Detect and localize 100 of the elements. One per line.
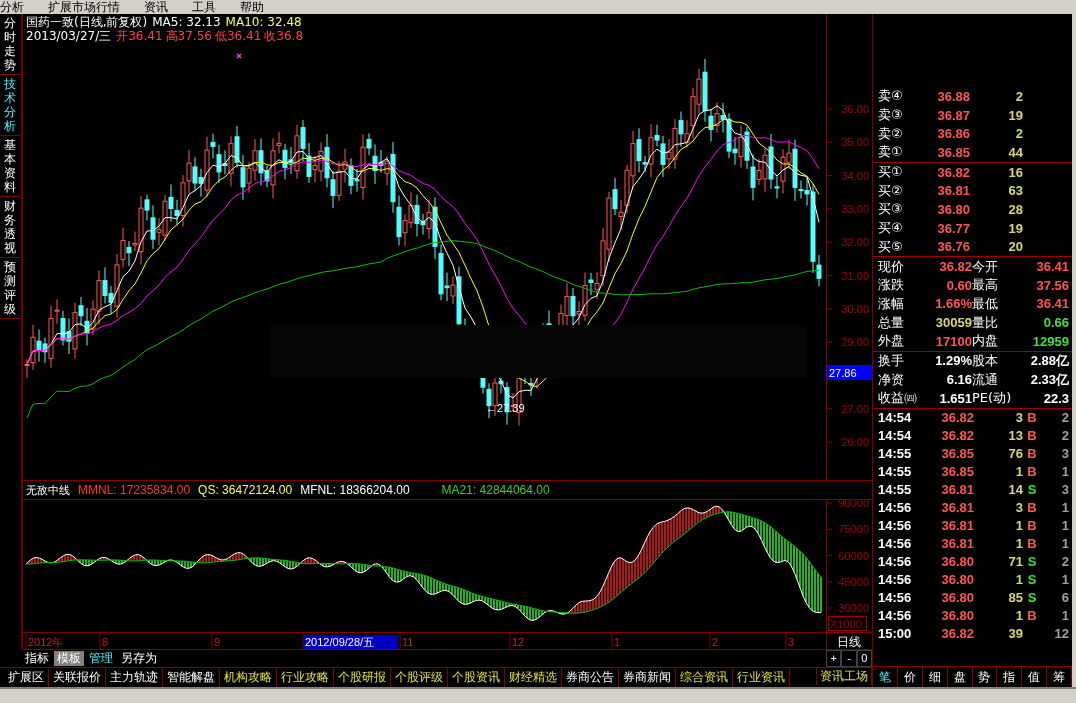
indicator-name: 无敌中线: [26, 482, 70, 498]
trade-volume: 14: [1007, 482, 1023, 498]
side-tab[interactable]: 预测评级: [0, 258, 20, 319]
order-volume: 44: [1007, 144, 1023, 160]
trade-price: 36.85: [940, 446, 974, 462]
order-price: 36.82: [936, 164, 970, 180]
formula-tab[interactable]: 另存为: [118, 651, 160, 666]
menu-item[interactable]: 资讯: [144, 1, 168, 14]
stat-value: 0.66: [1042, 315, 1069, 331]
trade-time: 14:56: [878, 518, 913, 534]
stat-label: 净资: [878, 370, 905, 389]
order-price: 36.76: [936, 239, 970, 255]
trade-side: B: [1026, 410, 1038, 426]
zoom-button[interactable]: +: [826, 650, 842, 667]
order-price: 36.86: [936, 126, 970, 142]
formula-tab[interactable]: 模板: [54, 651, 84, 666]
order-price: 36.87: [936, 107, 970, 123]
order-volume: 20: [1007, 239, 1023, 255]
formula-tab[interactable]: 指标: [22, 651, 52, 666]
stat-label: 量比: [972, 313, 999, 332]
trade-count: 2: [1060, 554, 1069, 570]
stat-value: 30059: [934, 315, 972, 331]
side-tab[interactable]: 基本资料: [0, 136, 20, 197]
stat-value: 36.41: [1035, 259, 1069, 275]
trade-count: 3: [1060, 446, 1069, 462]
trade-time: 14:56: [878, 590, 913, 606]
menu-item[interactable]: 工具: [192, 1, 216, 14]
trade-volume: 1: [1014, 608, 1023, 624]
stat-value: 0.60: [945, 277, 972, 293]
menu-item[interactable]: 扩展市场行情: [48, 1, 120, 14]
zoom-button[interactable]: -: [841, 650, 857, 667]
order-label: 买⑤: [878, 237, 904, 256]
trade-count: 1: [1060, 608, 1069, 624]
trade-count: 12: [1053, 626, 1069, 642]
trade-volume: 13: [1007, 428, 1023, 444]
date-label: 9: [214, 636, 221, 648]
trade-price: 36.80: [940, 554, 974, 570]
trade-volume: 1: [1014, 464, 1023, 480]
date-label: 2: [712, 636, 719, 648]
menu-item[interactable]: 帮助: [240, 1, 264, 14]
menu-item[interactable]: 分析: [0, 1, 24, 14]
order-volume: 2: [1014, 88, 1023, 104]
date-label: 2012年: [28, 636, 64, 648]
trade-price: 36.82: [940, 410, 974, 426]
trade-volume: 1: [1014, 536, 1023, 552]
quote-value: 开36.41: [116, 29, 163, 43]
trade-volume: 1: [1014, 518, 1023, 534]
axis-tick-label: 29.00: [841, 336, 869, 349]
chart-title: 国药一致(日线,前复权): [26, 15, 148, 29]
trade-volume: 76: [1007, 446, 1023, 462]
stat-label: 流通: [972, 370, 999, 389]
quote-value: 收36.8: [264, 29, 303, 43]
trade-time: 14:55: [878, 446, 913, 462]
trade-side: B: [1026, 500, 1038, 516]
trade-price: 36.85: [940, 464, 974, 480]
stat-value: 2.88亿: [1029, 351, 1069, 370]
axis-tick-label: 35.00: [841, 136, 869, 149]
date-label: 2012/09/28/五: [304, 635, 398, 649]
side-tab[interactable]: 技术分析: [0, 75, 20, 136]
side-tab[interactable]: 分时走势: [0, 14, 20, 75]
trade-side: S: [1026, 572, 1038, 588]
trade-time: 14:54: [878, 428, 913, 444]
order-volume: 63: [1007, 183, 1023, 199]
stat-label: 收益㈣: [878, 389, 918, 408]
axis-tick-label: 30000: [838, 602, 869, 614]
trade-price: 36.81: [940, 482, 974, 498]
formula-tab[interactable]: 管理: [86, 651, 116, 666]
trade-time: 14:56: [878, 500, 913, 516]
trade-side: B: [1026, 536, 1038, 552]
axis-tick-label: 26.00: [841, 436, 869, 448]
date-label: 8: [102, 636, 109, 648]
quote-value: 高37.56: [165, 29, 212, 43]
stat-label: 换手: [878, 351, 905, 370]
stat-label: 总量: [878, 313, 905, 332]
trade-price: 36.81: [940, 536, 974, 552]
axis-tick-label: 30.00: [841, 302, 869, 315]
quote-value: 低36.41: [214, 29, 262, 43]
trade-side: B: [1026, 428, 1038, 444]
current-price-label: 27.86: [827, 365, 872, 380]
trade-side: S: [1026, 590, 1038, 606]
info-button[interactable]: 资讯工场: [816, 668, 872, 685]
order-price: 36.80: [936, 201, 970, 217]
axis-tick-label: 32.00: [841, 236, 869, 249]
indicator-value: QS: 36472124.00: [198, 483, 293, 497]
side-tab[interactable]: 财务透视: [0, 197, 20, 258]
unit-label: X1000: [828, 616, 867, 631]
stat-value: 6.16: [945, 372, 972, 388]
trade-count: 1: [1060, 518, 1069, 534]
stat-value: 22.3: [1042, 390, 1069, 406]
indicator-value: MMNL: 17235834.00: [78, 483, 191, 497]
indicator-value: MFNL: 18366204.00: [300, 483, 410, 497]
order-label: 买②: [878, 181, 904, 200]
date-label: 12: [512, 636, 525, 648]
trade-price: 36.82: [940, 428, 974, 444]
stat-value: 1.651: [938, 390, 972, 406]
order-label: 卖③: [878, 106, 904, 125]
order-label: 卖①: [878, 143, 904, 162]
order-volume: 19: [1007, 220, 1023, 236]
trade-volume: 1: [1014, 572, 1023, 588]
chart-date: 2013/03/27/三: [26, 29, 112, 43]
